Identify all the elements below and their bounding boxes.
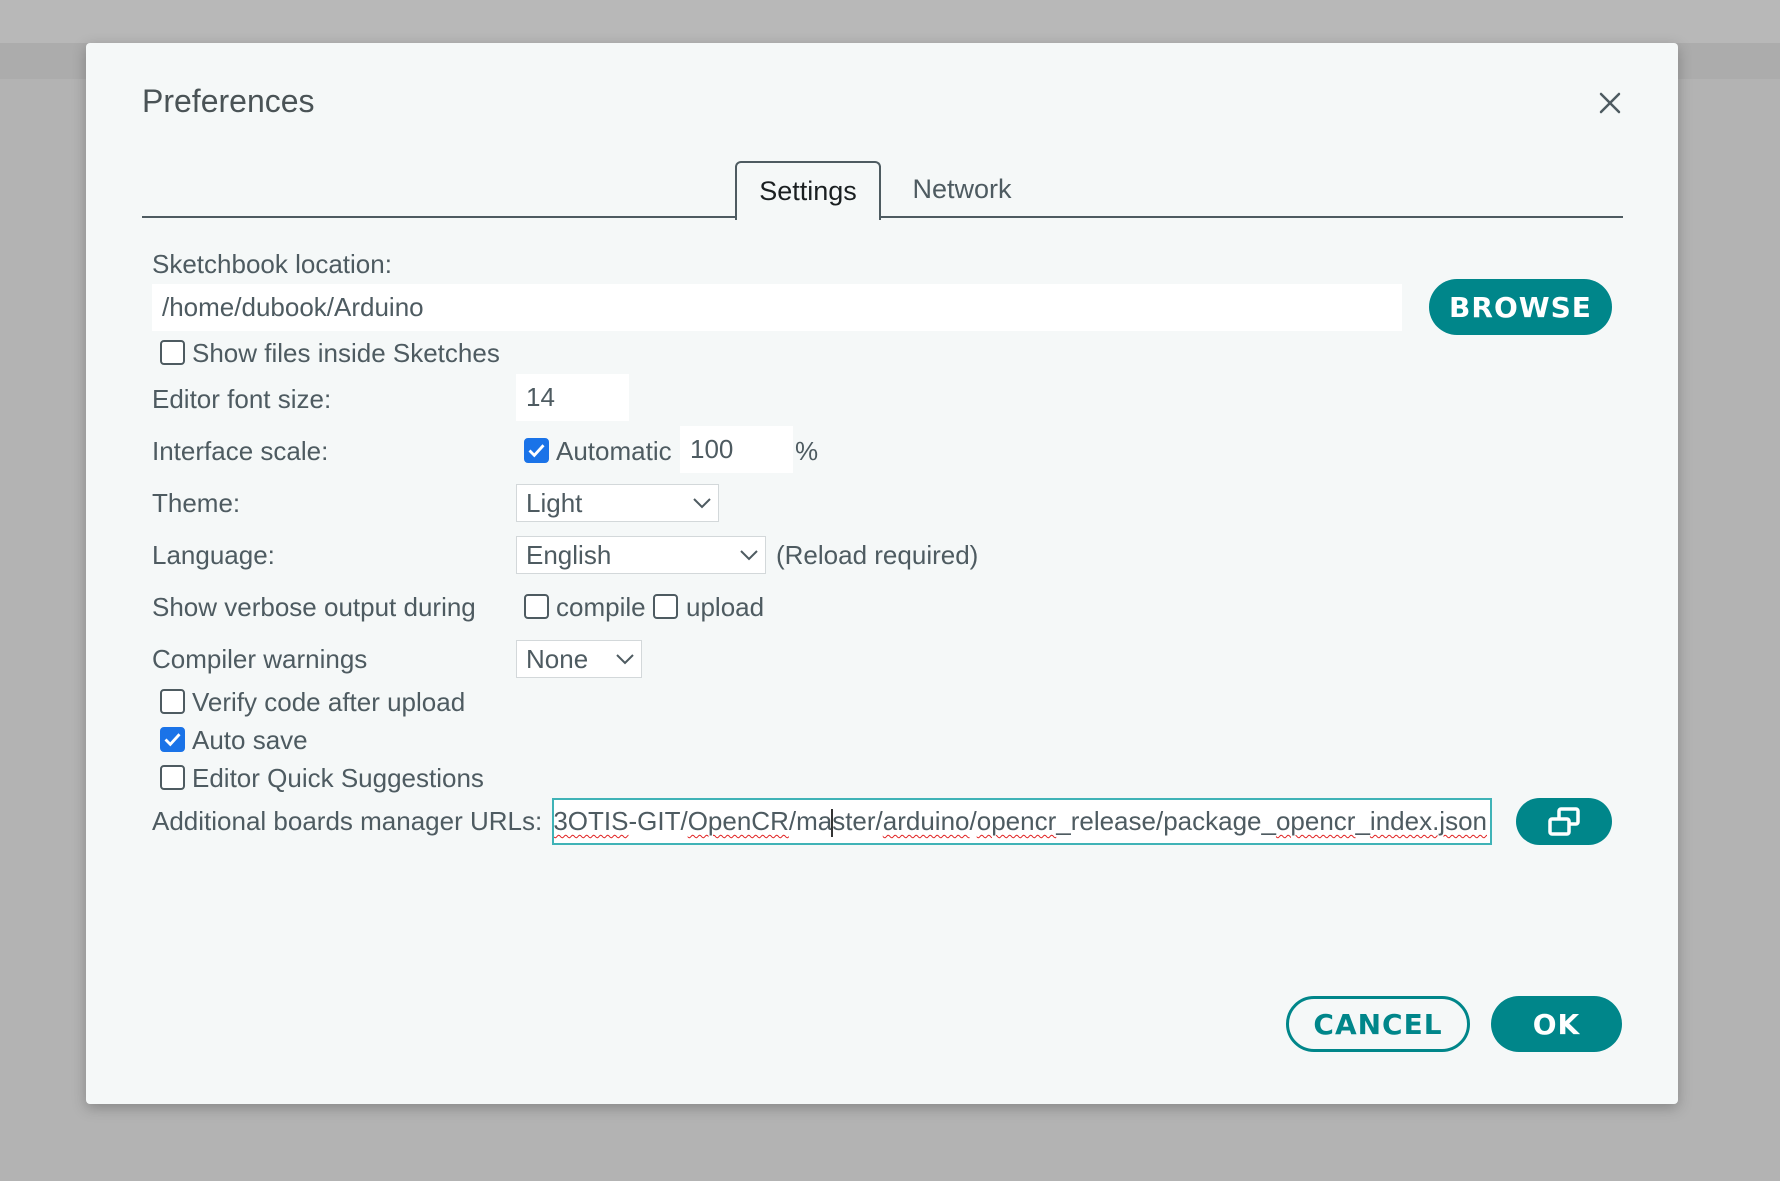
cancel-button[interactable]: CANCEL xyxy=(1286,996,1470,1052)
dialog-title: Preferences xyxy=(142,83,315,119)
chevron-down-icon xyxy=(740,550,758,561)
verbose-compile-label: compile xyxy=(556,592,646,622)
editor-font-size-label: Editor font size: xyxy=(152,384,332,414)
scale-percent-unit: % xyxy=(795,436,819,466)
reload-required-note: (Reload required) xyxy=(776,540,979,570)
boards-manager-urls-label: Additional boards manager URLs: xyxy=(152,806,543,836)
auto-save-label: Auto save xyxy=(192,725,308,755)
ok-button[interactable]: OK xyxy=(1491,996,1622,1052)
verbose-compile-checkbox[interactable] xyxy=(524,594,549,619)
boards-url-text: 3OTIS-GIT/OpenCR/master/arduino/opencr_r… xyxy=(553,805,1487,838)
open-urls-editor-button[interactable] xyxy=(1516,798,1612,845)
theme-select[interactable]: Light xyxy=(516,484,719,522)
theme-select-value: Light xyxy=(526,487,583,518)
sketchbook-location-input[interactable] xyxy=(152,284,1402,331)
quick-suggestions-label: Editor Quick Suggestions xyxy=(192,763,484,793)
sketchbook-location-label: Sketchbook location: xyxy=(152,249,392,279)
quick-suggestions-checkbox[interactable] xyxy=(160,765,185,790)
tab-network[interactable]: Network xyxy=(883,161,1041,218)
verify-code-checkbox[interactable] xyxy=(160,689,185,714)
interface-scale-label: Interface scale: xyxy=(152,436,329,466)
interface-scale-input[interactable] xyxy=(680,426,793,473)
chevron-down-icon xyxy=(693,498,711,509)
automatic-scale-label: Automatic xyxy=(556,436,672,466)
language-select[interactable]: English xyxy=(516,536,766,574)
chevron-down-icon xyxy=(616,654,634,665)
browse-button[interactable]: BROWSE xyxy=(1429,279,1612,335)
compiler-warnings-select-value: None xyxy=(526,643,589,674)
automatic-scale-checkbox[interactable] xyxy=(524,438,549,463)
verbose-upload-checkbox[interactable] xyxy=(653,594,678,619)
verbose-upload-label: upload xyxy=(686,592,765,622)
close-icon[interactable] xyxy=(1590,83,1630,123)
compiler-warnings-label: Compiler warnings xyxy=(152,644,368,674)
language-label: Language: xyxy=(152,540,275,570)
verbose-output-label: Show verbose output during xyxy=(152,592,476,622)
theme-label: Theme: xyxy=(152,488,241,518)
open-window-icon xyxy=(1548,806,1580,836)
show-files-checkbox[interactable] xyxy=(160,340,185,365)
tab-settings[interactable]: Settings xyxy=(735,161,881,220)
show-files-label: Show files inside Sketches xyxy=(192,338,500,368)
boards-manager-urls-input[interactable]: 3OTIS-GIT/OpenCR/master/arduino/opencr_r… xyxy=(552,798,1492,845)
auto-save-checkbox[interactable] xyxy=(160,727,185,752)
verify-code-label: Verify code after upload xyxy=(192,687,466,717)
editor-font-size-input[interactable] xyxy=(516,374,629,421)
compiler-warnings-select[interactable]: None xyxy=(516,640,642,678)
language-select-value: English xyxy=(526,539,612,570)
preferences-dialog: Preferences Settings Network Sketchbook … xyxy=(86,43,1678,1104)
